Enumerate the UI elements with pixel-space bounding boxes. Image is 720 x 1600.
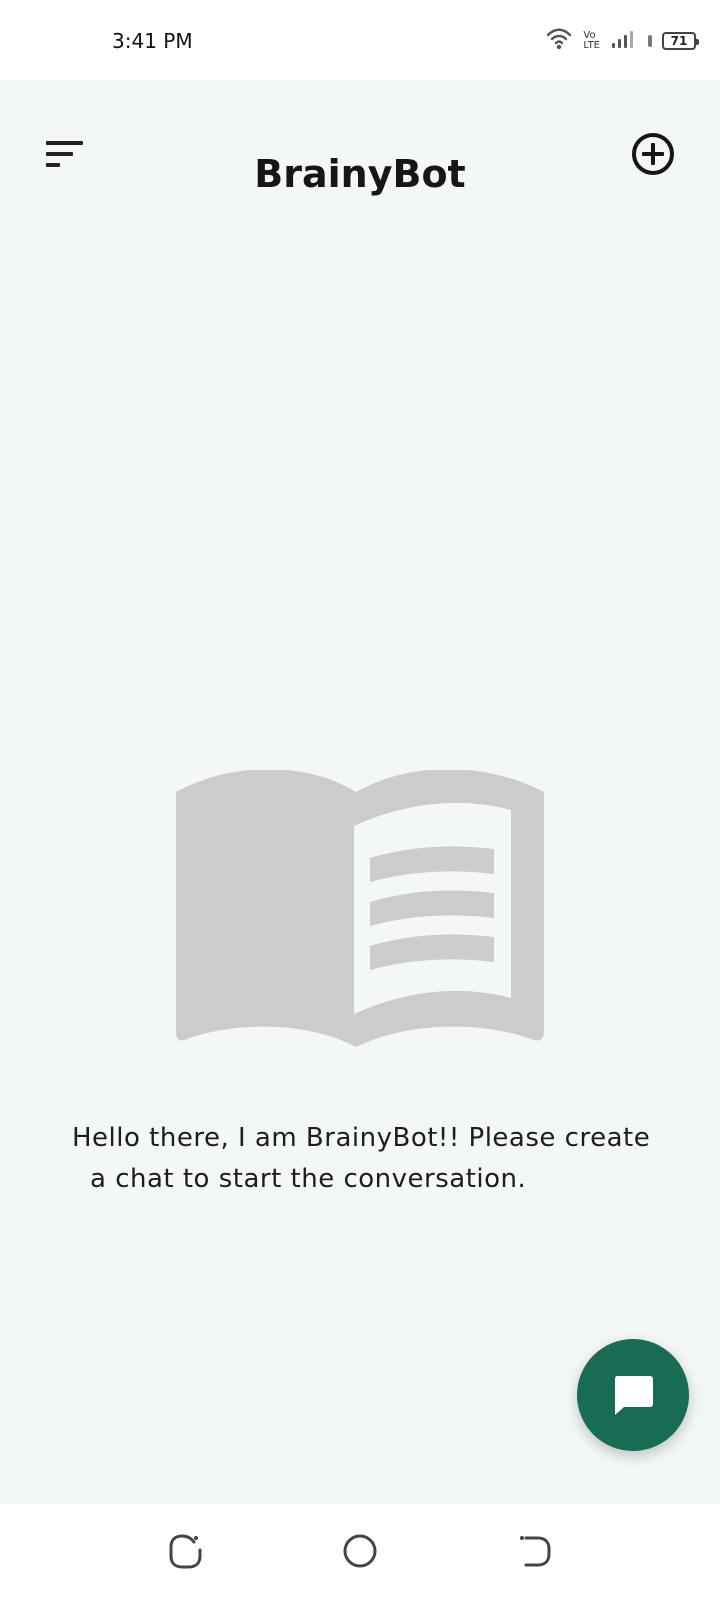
volte-bottom-label: LTE [583, 40, 600, 51]
welcome-message-line-2: a chat to start the conversation. [90, 1164, 527, 1194]
new-chat-button[interactable] [630, 131, 676, 177]
chat-bubble-icon [609, 1370, 657, 1421]
start-chat-fab[interactable] [577, 1339, 689, 1451]
welcome-message-line-1: Hello there, I am BrainyBot!! Please cre… [72, 1123, 651, 1153]
battery-icon: 71 [662, 32, 699, 50]
top-app-bar: BrainyBot [0, 80, 720, 228]
wifi-icon [545, 27, 573, 55]
recents-button[interactable] [164, 1530, 206, 1572]
add-circle-icon [630, 133, 676, 180]
app-title: BrainyBot [254, 152, 466, 197]
recents-icon [164, 1534, 206, 1575]
home-circle-icon [339, 1534, 381, 1575]
status-bar: 3:41 PM Vo LTE 71 [0, 0, 720, 80]
back-icon [514, 1536, 556, 1575]
open-book-icon [176, 769, 544, 1055]
system-navigation-bar [0, 1504, 720, 1600]
volte-indicator: Vo LTE [583, 31, 600, 51]
home-button[interactable] [339, 1530, 381, 1572]
status-icons: Vo LTE 71 [545, 27, 699, 55]
empty-state: Hello there, I am BrainyBot!! Please cre… [0, 680, 720, 1200]
phone-screen: 3:41 PM Vo LTE 71 BrainyBot Hello there,… [0, 0, 720, 1600]
welcome-message: Hello there, I am BrainyBot!! Please cre… [72, 1118, 652, 1200]
battery-level: 71 [670, 34, 688, 48]
back-button[interactable] [514, 1530, 556, 1572]
battery-saver-icon [648, 35, 652, 47]
cellular-signal-icon [610, 28, 638, 54]
brainybot-home: BrainyBot Hello there, I am BrainyBot!! … [0, 80, 720, 1504]
status-time: 3:41 PM [112, 29, 193, 53]
